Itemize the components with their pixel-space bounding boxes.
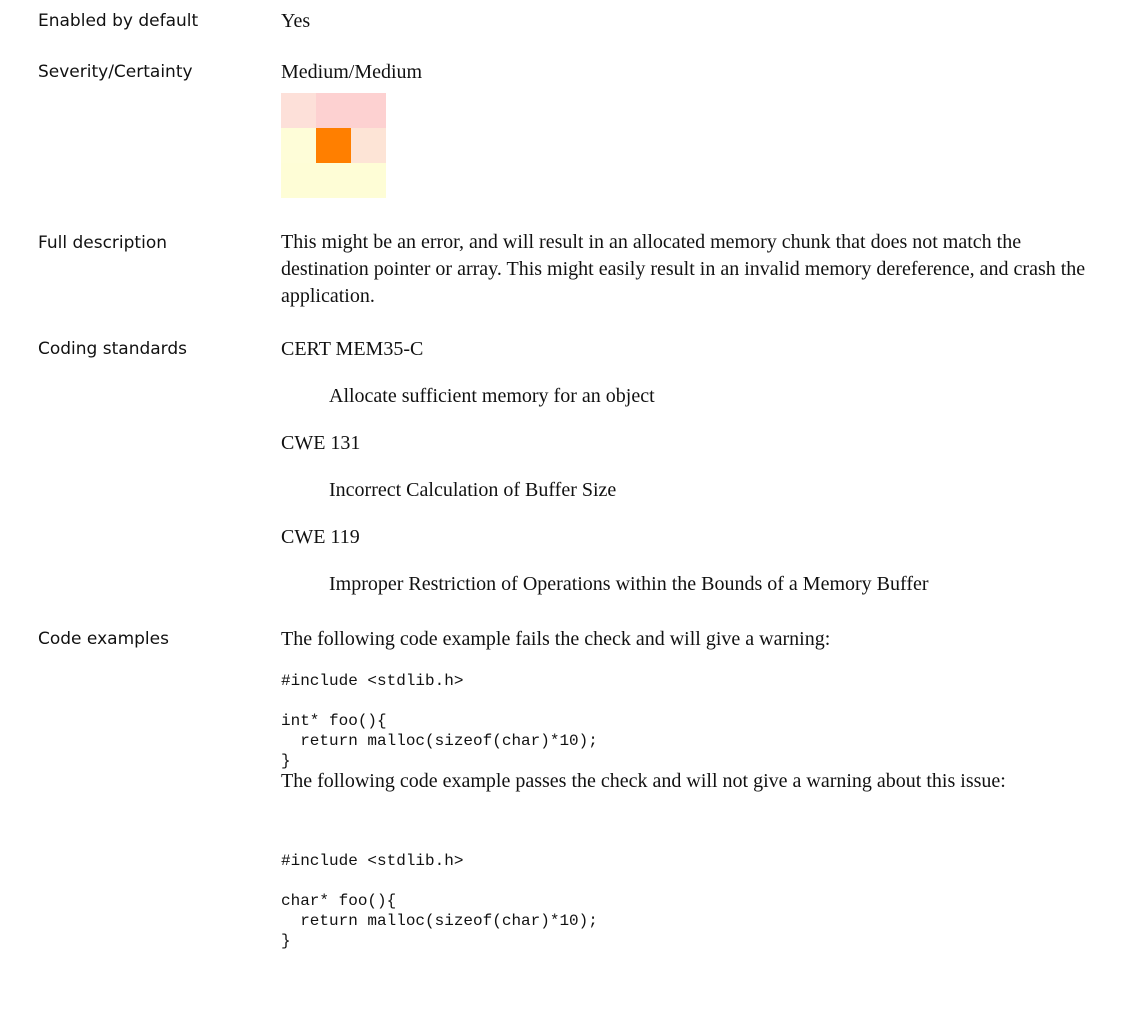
passing-example-intro: The following code example passes the ch… [281, 770, 1006, 792]
coding-standards-label: Coding standards [38, 339, 188, 359]
standard-id-cwe-119: CWE 119 [281, 526, 360, 548]
passing-code-block: #include <stdlib.h> char* foo(){ return … [281, 852, 598, 950]
standard-id-cert-mem35c: CERT MEM35-C [281, 338, 424, 360]
standard-title-cert-mem35c: Allocate sufficient memory for an object [329, 385, 655, 407]
full-description-label: Full description [38, 233, 167, 253]
severity-matrix-cell [316, 128, 351, 163]
standard-title-cwe-131: Incorrect Calculation of Buffer Size [329, 479, 617, 501]
standard-title-cwe-119: Improper Restriction of Operations withi… [329, 573, 929, 595]
severity-matrix-cell [281, 93, 316, 128]
enabled-by-default-label: Enabled by default [38, 11, 199, 31]
severity-matrix-cell [351, 163, 386, 198]
failing-example-intro: The following code example fails the che… [281, 628, 831, 650]
severity-matrix-cell [351, 128, 386, 163]
enabled-by-default-value: Yes [281, 10, 311, 32]
severity-matrix-cell [316, 163, 351, 198]
severity-matrix-cell [316, 93, 351, 128]
severity-certainty-matrix [281, 93, 386, 198]
severity-matrix-cell [281, 163, 316, 198]
code-examples-label: Code examples [38, 629, 169, 649]
severity-matrix-cell [351, 93, 386, 128]
severity-matrix-cell [281, 128, 316, 163]
severity-certainty-label: Severity/Certainty [38, 62, 193, 82]
failing-code-block: #include <stdlib.h> int* foo(){ return m… [281, 672, 598, 770]
standard-id-cwe-131: CWE 131 [281, 432, 361, 454]
full-description-text: This might be an error, and will result … [281, 231, 1086, 307]
severity-certainty-value: Medium/Medium [281, 61, 423, 83]
